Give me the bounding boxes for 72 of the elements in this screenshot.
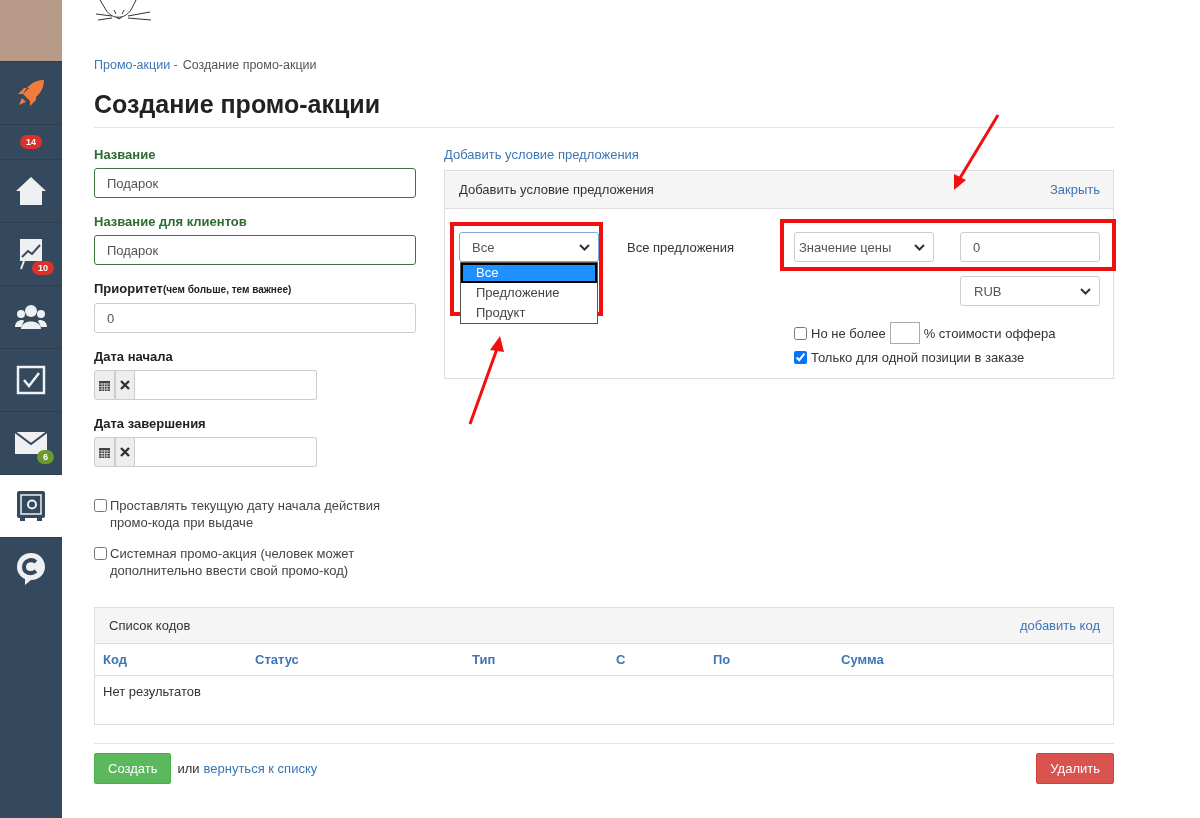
checkbox[interactable] xyxy=(94,499,107,512)
currency-select[interactable]: RUB xyxy=(960,276,1100,306)
panel-title: Список кодов xyxy=(109,618,191,633)
calendar-button[interactable] xyxy=(94,370,115,400)
create-button[interactable]: Создать xyxy=(94,753,172,784)
add-code-link[interactable]: добавить код xyxy=(1019,618,1100,633)
sidebar-item[interactable]: 6 xyxy=(0,411,62,474)
checkbox-icon xyxy=(16,365,46,395)
checkbox[interactable] xyxy=(794,351,807,364)
percent-input[interactable] xyxy=(889,322,920,344)
field-label: Дата начала xyxy=(94,349,173,364)
count-badge: 6 xyxy=(37,450,54,464)
safe-icon xyxy=(16,490,46,522)
type-select[interactable]: Все xyxy=(459,232,599,262)
count-badge: 10 xyxy=(32,261,54,275)
house-icon xyxy=(14,175,48,207)
column-header[interactable]: По xyxy=(713,652,841,667)
text-input[interactable]: 0 xyxy=(94,303,416,333)
empty-message: Нет результатов xyxy=(103,684,201,699)
page-title: Создание промо-акции xyxy=(94,90,382,119)
breadcrumb-current: Создание промо-акции xyxy=(182,58,317,72)
chevron-down-icon xyxy=(914,243,925,251)
checkbox-label: Системная промо-акция (человек может дополнительно ввести свой промо-код) xyxy=(110,545,356,579)
dropdown-option[interactable]: Предложение xyxy=(461,283,597,303)
column-header[interactable]: С xyxy=(616,652,713,667)
delete-button[interactable]: Удалить xyxy=(1036,753,1114,784)
count-badge: 14 xyxy=(20,135,42,149)
dropdown-option[interactable]: Все xyxy=(461,263,597,283)
field-label: Дата завершения xyxy=(94,416,206,431)
column-header[interactable]: Тип xyxy=(472,652,616,667)
condition-description: Все предложения xyxy=(627,240,736,257)
sidebar-item[interactable]: 14 xyxy=(0,124,62,159)
column-header[interactable]: Код xyxy=(103,652,255,667)
text-input[interactable]: Подарок xyxy=(94,168,416,198)
chat-bubble-icon xyxy=(16,552,46,586)
close-icon xyxy=(119,380,130,390)
calendar-button[interactable] xyxy=(94,437,115,467)
price-input[interactable]: 0 xyxy=(960,232,1100,262)
chevron-down-icon xyxy=(1080,287,1091,295)
checkbox-label: Проставлять текущую дату начала действия промо-кода при выдаче xyxy=(110,497,382,531)
panel-title: Добавить условие предложения xyxy=(459,182,654,197)
envelope-icon xyxy=(15,432,47,454)
clear-button[interactable] xyxy=(114,437,135,467)
add-condition-link[interactable]: Добавить условие предложения xyxy=(444,147,639,162)
price-type-select[interactable]: Значение цены xyxy=(794,232,934,262)
checkbox-label: Но не более xyxy=(811,325,886,341)
checkbox[interactable] xyxy=(94,547,107,560)
sidebar-item[interactable]: 10 xyxy=(0,222,62,285)
percent-label: % стоимости оффера xyxy=(923,325,1056,341)
close-link[interactable]: Закрыть xyxy=(1049,182,1100,197)
field-label: Название xyxy=(94,147,156,162)
chevron-down-icon xyxy=(579,243,590,251)
calendar-icon xyxy=(98,446,110,458)
date-input[interactable] xyxy=(135,437,317,467)
users-icon xyxy=(14,303,48,331)
date-input[interactable] xyxy=(135,370,317,400)
field-label: Приоритет(чем больше, тем важнее) xyxy=(94,281,292,296)
checkbox-label: Только для одной позиции в заказе xyxy=(811,350,1025,365)
sidebar-item[interactable] xyxy=(0,474,62,537)
clear-button[interactable] xyxy=(114,370,135,400)
avatar-photo-placeholder xyxy=(0,0,62,61)
text-input[interactable]: Подарок xyxy=(94,235,416,265)
field-label: Название для клиентов xyxy=(94,214,247,229)
breadcrumb-link[interactable]: Промо-акции - xyxy=(94,58,178,72)
column-header[interactable]: Сумма xyxy=(841,652,1105,667)
column-header[interactable]: Статус xyxy=(255,652,472,667)
or-text: или xyxy=(177,761,200,776)
dropdown-option[interactable]: Продукт xyxy=(461,303,597,323)
calendar-icon xyxy=(98,379,110,391)
back-to-list-link[interactable]: вернуться к списку xyxy=(203,761,318,776)
checkbox[interactable] xyxy=(794,326,807,340)
close-icon xyxy=(119,447,130,457)
